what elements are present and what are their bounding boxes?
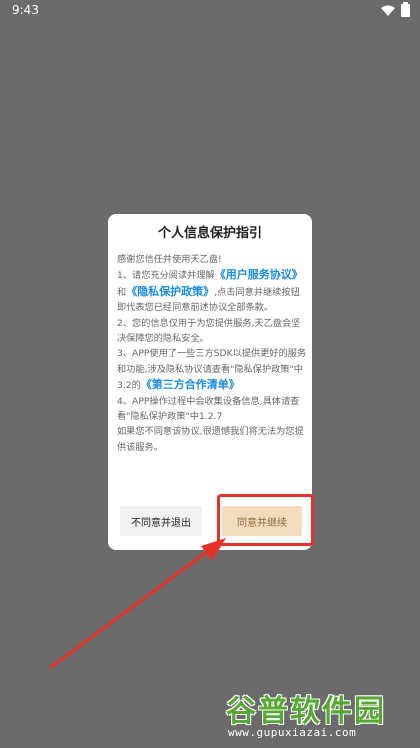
status-bar: 9:43	[0, 0, 420, 22]
third-party-list-link[interactable]: 《第三方合作清单》	[141, 378, 240, 391]
watermark-url: www.gupuxiazai.com	[228, 726, 357, 739]
privacy-policy-link[interactable]: 《隐私保护政策》	[126, 285, 214, 298]
status-time: 9:43	[12, 3, 39, 17]
clause-2: 2、您的信息仅用于为您提供服务,天乙盘会坚决保障您的隐私安全。	[117, 317, 301, 345]
clause-3: 3、APP使用了一些三方SDK以提供更好的服务和功能,涉及隐私协议请查看"隐私保…	[117, 346, 307, 393]
clause-5: 如果您不同意该协议,很遗憾我们将无法为您提供该服务。	[117, 426, 304, 453]
dialog-title: 个人信息保护指引	[157, 226, 262, 241]
clause-4: 4、APP操作过程中会收集设备信息,具体请查看"隐私保护政策"中1.2.7	[117, 395, 300, 423]
wifi-icon	[381, 5, 395, 16]
arrow-line	[49, 546, 213, 670]
status-icons	[381, 2, 410, 17]
watermark-brand: 谷普软件园	[226, 694, 386, 729]
dialog-body: 感谢您信任并使用天乙盘! 1、请您充分阅读并理解《用户服务协议》和《隐私保护政策…	[117, 252, 307, 455]
user-agreement-link[interactable]: 《用户服务协议》	[215, 268, 303, 281]
clause-1: 1、请您充分阅读并理解《用户服务协议》和《隐私保护政策》,点击同意并继续按钮即代…	[117, 267, 307, 315]
greeting-text: 感谢您信任并使用天乙盘!	[117, 254, 222, 265]
battery-icon	[401, 2, 410, 17]
watermark: 谷普软件园 www.gupuxiazai.com	[222, 686, 418, 746]
decline-exit-button[interactable]: 不同意并退出	[120, 506, 202, 536]
clause-1-intro: 1、请您充分阅读并理解	[117, 270, 215, 282]
highlight-box	[217, 494, 314, 546]
clause-1-and: 和	[117, 286, 127, 298]
